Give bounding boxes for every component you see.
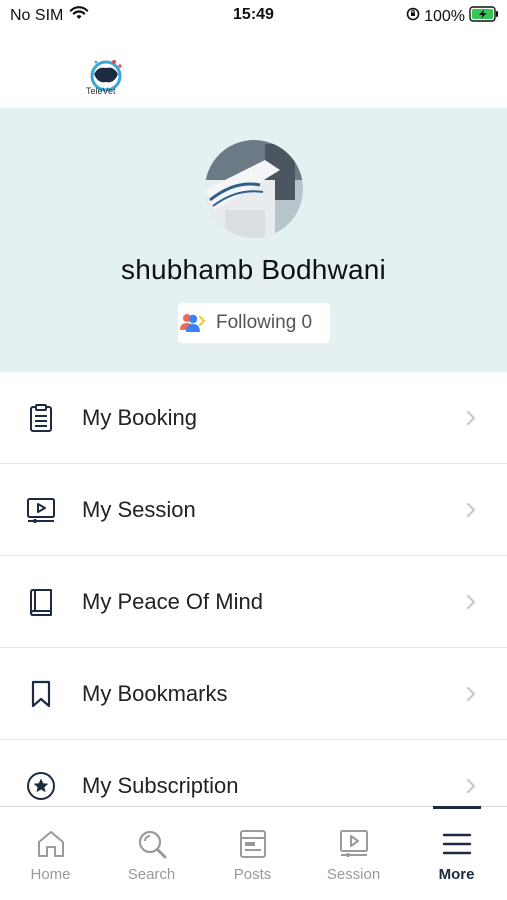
menu-list: My Booking My Session My Peace Of Mind M… [0,372,507,832]
menu-label-my-peace-of-mind: My Peace Of Mind [82,589,263,614]
tab-label-home: Home [30,866,71,883]
menu-item-my-peace-of-mind[interactable]: My Peace Of Mind [0,556,507,648]
logo-text: TeleVet [86,86,116,96]
tab-label-search: Search [127,866,176,883]
menu-label-my-booking: My Booking [82,405,197,430]
tab-label-session: Session [326,866,381,883]
following-users-icon [178,309,206,337]
tab-home[interactable]: Home [0,807,101,900]
following-button[interactable]: Following 0 [178,303,330,343]
menu-icon [440,827,474,861]
video-session-icon [26,495,56,525]
menu-label-my-subscription: My Subscription [82,773,239,798]
tab-posts[interactable]: Posts [202,807,303,900]
following-label: Following 0 [216,312,313,333]
menu-label-my-session: My Session [82,497,196,522]
chevron-right-icon [465,590,479,614]
tab-bar: Home Search Posts Session More [0,806,507,900]
battery-charging-icon [469,6,499,27]
menu-item-my-session[interactable]: My Session [0,464,507,556]
tab-session[interactable]: Session [303,807,404,900]
chevron-right-icon [465,682,479,706]
menu-item-my-bookmarks[interactable]: My Bookmarks [0,648,507,740]
home-icon [34,827,68,861]
tab-more[interactable]: More [406,807,507,900]
orientation-lock-icon [406,7,420,26]
avatar[interactable] [205,140,303,238]
book-icon [26,587,56,617]
posts-icon [236,827,270,861]
app-header: TeleVet [0,32,507,108]
session-icon [337,827,371,861]
menu-item-my-booking[interactable]: My Booking [0,372,507,464]
battery-percent: 100% [424,7,465,25]
chevron-right-icon [465,774,479,798]
chevron-right-icon [465,406,479,430]
star-badge-icon [26,771,56,801]
status-right: 100% [406,6,499,27]
profile-name: shubhamb Bodhwani [121,254,386,285]
tab-label-posts: Posts [233,866,272,883]
active-tab-indicator [433,806,481,809]
profile-section: shubhamb Bodhwani Following 0 [0,108,507,372]
tab-label-more: More [438,866,475,883]
search-icon [135,827,169,861]
chevron-right-icon [465,498,479,522]
clipboard-icon [26,403,56,433]
menu-label-my-bookmarks: My Bookmarks [82,681,228,706]
tab-search[interactable]: Search [101,807,202,900]
status-bar: No SIM 15:49 100% [0,0,507,32]
bookmark-icon [26,679,56,709]
